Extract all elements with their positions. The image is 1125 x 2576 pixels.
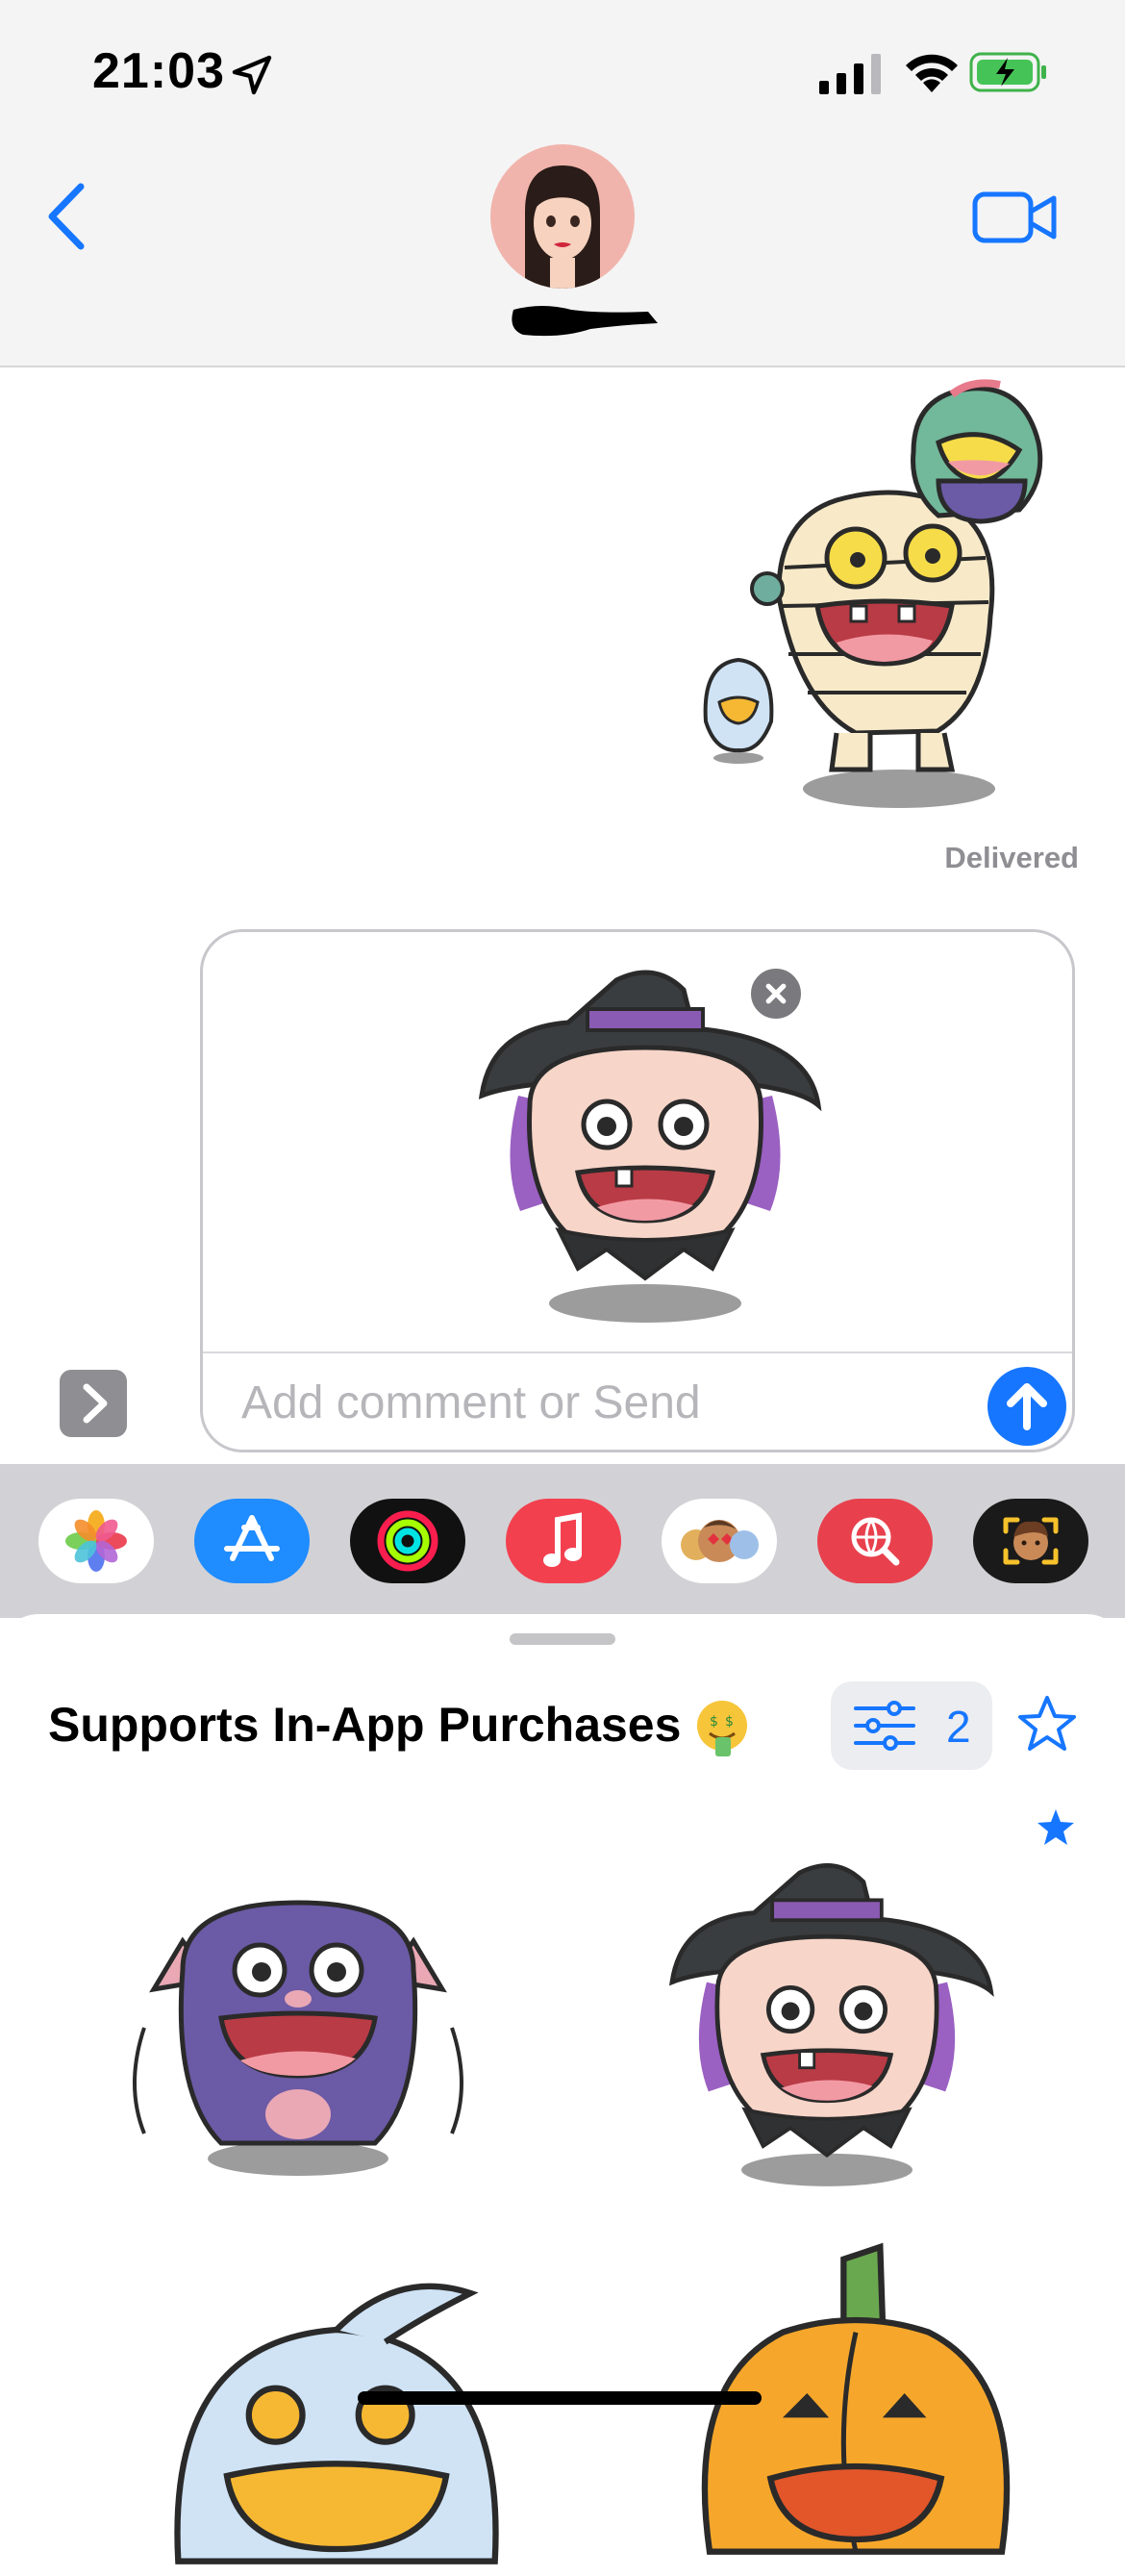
app-music[interactable] bbox=[506, 1499, 621, 1583]
compose-card bbox=[200, 929, 1075, 1452]
animoji-icon bbox=[1003, 1517, 1059, 1565]
svg-text:$: $ bbox=[725, 1714, 734, 1730]
music-note-icon bbox=[543, 1512, 582, 1567]
app-store-icon bbox=[224, 1515, 280, 1561]
battery-charging-icon bbox=[969, 52, 1046, 92]
contact-name-redacted bbox=[512, 306, 658, 337]
status-time: 21:03 bbox=[92, 43, 225, 99]
wifi-icon bbox=[906, 54, 958, 92]
app-photos[interactable] bbox=[38, 1499, 154, 1583]
delivered-status: Delivered bbox=[944, 841, 1079, 874]
panel-grabber[interactable] bbox=[510, 1633, 615, 1645]
home-indicator bbox=[358, 2391, 762, 2405]
memoji-stickers-icon bbox=[681, 1520, 759, 1562]
memoji-avatar-icon bbox=[525, 165, 600, 289]
svg-text:$: $ bbox=[710, 1714, 718, 1730]
sticker-app-panel: Supports In-App Purchases $ $ 2 bbox=[0, 1614, 1125, 2564]
app-memoji-stickers[interactable] bbox=[662, 1499, 777, 1583]
witch-sticker[interactable] bbox=[644, 1855, 1010, 2201]
filter-button[interactable]: 2 bbox=[831, 1681, 992, 1770]
app-search[interactable] bbox=[817, 1499, 933, 1583]
photos-icon bbox=[65, 1510, 127, 1572]
activity-rings-icon bbox=[377, 1510, 438, 1572]
location-arrow-icon bbox=[232, 55, 272, 95]
app-activity[interactable] bbox=[350, 1499, 465, 1583]
cellular-signal-icon bbox=[819, 54, 881, 94]
video-call-button[interactable] bbox=[971, 189, 1060, 246]
bat-monster-sticker[interactable] bbox=[115, 1855, 481, 2201]
panel-title: Supports In-App Purchases bbox=[48, 1698, 682, 1752]
imessage-app-drawer bbox=[0, 1464, 1125, 1618]
favorite-star-button[interactable] bbox=[1015, 1693, 1079, 1756]
filter-count: 2 bbox=[946, 1702, 971, 1752]
favorited-star-icon bbox=[1038, 1809, 1074, 1845]
conversation-header: 21:03 bbox=[0, 0, 1125, 367]
comment-input[interactable] bbox=[239, 1357, 916, 1448]
sliders-icon bbox=[854, 1701, 915, 1751]
back-button[interactable] bbox=[38, 173, 96, 260]
app-app-store[interactable] bbox=[194, 1499, 310, 1583]
app-animoji[interactable] bbox=[973, 1499, 1088, 1583]
avatar[interactable] bbox=[490, 144, 635, 289]
globe-search-icon bbox=[851, 1517, 900, 1566]
money-mouth-face-icon: $ $ bbox=[697, 1701, 747, 1756]
sent-sticker-monster-trio[interactable] bbox=[692, 375, 1106, 818]
expand-apps-button[interactable] bbox=[60, 1370, 127, 1437]
remove-attachment-button[interactable] bbox=[747, 965, 805, 1023]
compose-divider bbox=[203, 1351, 1072, 1353]
send-button[interactable] bbox=[988, 1367, 1066, 1446]
